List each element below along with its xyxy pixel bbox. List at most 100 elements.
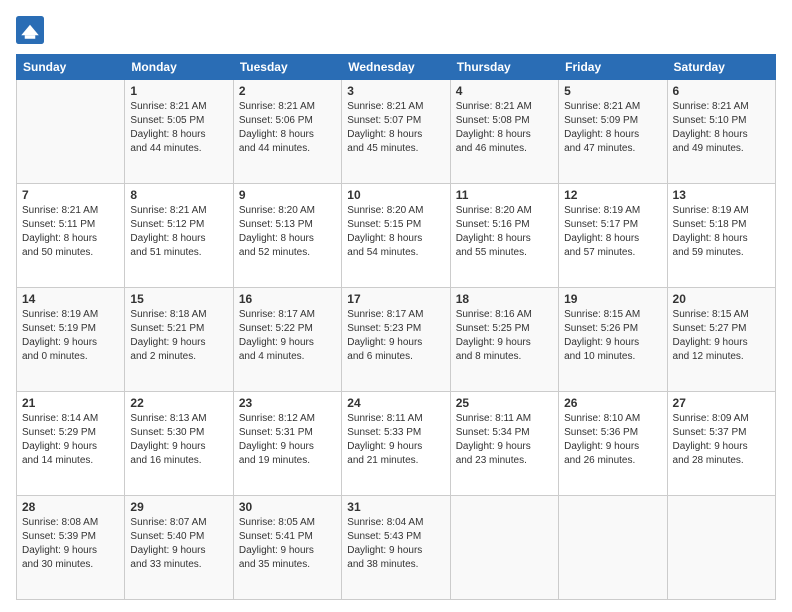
day-info: Sunrise: 8:05 AM Sunset: 5:41 PM Dayligh… (239, 516, 336, 572)
header-friday: Friday (559, 55, 667, 80)
day-number: 22 (130, 396, 227, 410)
day-number: 12 (564, 188, 661, 202)
day-cell-14: 14Sunrise: 8:19 AM Sunset: 5:19 PM Dayli… (17, 288, 125, 392)
day-number: 20 (673, 292, 770, 306)
day-cell-30: 30 Sunrise: 8:05 AM Sunset: 5:41 PM Dayli… (233, 496, 341, 600)
day-info: Sunrise: 8:11 AM Sunset: 5:33 PM Dayligh… (347, 412, 444, 468)
day-cell-7: 7 Sunrise: 8:21 AM Sunset: 5:11 PM Daylig… (17, 184, 125, 288)
day-number: 11 (456, 188, 553, 202)
day-cell-empty-0 (17, 80, 125, 184)
week-row-5: 28 Sunrise: 8:08 AM Sunset: 5:39 PM Dayli… (17, 496, 776, 600)
header-thursday: Thursday (450, 55, 558, 80)
day-number: 1 (130, 84, 227, 98)
day-cell-10: 10 Sunrise: 8:20 AM Sunset: 5:15 PM Dayli… (342, 184, 450, 288)
day-cell-5: 5Sunrise: 8:21 AM Sunset: 5:09 PM Daylig… (559, 80, 667, 184)
day-number: 2 (239, 84, 336, 98)
day-cell-22: 22Sunrise: 8:13 AM Sunset: 5:30 PM Dayli… (125, 392, 233, 496)
day-cell-12: 12 Sunrise: 8:19 AM Sunset: 5:17 PM Dayli… (559, 184, 667, 288)
day-info: Sunrise: 8:14 AM Sunset: 5:29 PM Dayligh… (22, 412, 119, 468)
day-number: 10 (347, 188, 444, 202)
day-info: Sunrise: 8:21 AM Sunset: 5:12 PM Dayligh… (130, 204, 227, 260)
day-number: 9 (239, 188, 336, 202)
day-info: Sunrise: 8:11 AM Sunset: 5:34 PM Dayligh… (456, 412, 553, 468)
week-row-1: 1Sunrise: 8:21 AM Sunset: 5:05 PM Daylig… (17, 80, 776, 184)
day-info: Sunrise: 8:17 AM Sunset: 5:23 PM Dayligh… (347, 308, 444, 364)
day-info: Sunrise: 8:15 AM Sunset: 5:27 PM Dayligh… (673, 308, 770, 364)
day-number: 3 (347, 84, 444, 98)
day-cell-empty-4 (450, 496, 558, 600)
day-info: Sunrise: 8:12 AM Sunset: 5:31 PM Dayligh… (239, 412, 336, 468)
header-tuesday: Tuesday (233, 55, 341, 80)
day-number: 7 (22, 188, 119, 202)
day-info: Sunrise: 8:16 AM Sunset: 5:25 PM Dayligh… (456, 308, 553, 364)
day-cell-29: 29Sunrise: 8:07 AM Sunset: 5:40 PM Dayli… (125, 496, 233, 600)
day-number: 18 (456, 292, 553, 306)
day-info: Sunrise: 8:19 AM Sunset: 5:17 PM Dayligh… (564, 204, 661, 260)
day-info: Sunrise: 8:21 AM Sunset: 5:07 PM Dayligh… (347, 100, 444, 156)
day-cell-2: 2 Sunrise: 8:21 AM Sunset: 5:06 PM Daylig… (233, 80, 341, 184)
day-cell-20: 20 Sunrise: 8:15 AM Sunset: 5:27 PM Dayli… (667, 288, 775, 392)
day-cell-11: 11 Sunrise: 8:20 AM Sunset: 5:16 PM Dayli… (450, 184, 558, 288)
day-info: Sunrise: 8:04 AM Sunset: 5:43 PM Dayligh… (347, 516, 444, 572)
week-row-2: 7 Sunrise: 8:21 AM Sunset: 5:11 PM Daylig… (17, 184, 776, 288)
day-number: 26 (564, 396, 661, 410)
day-number: 19 (564, 292, 661, 306)
day-cell-empty-5 (559, 496, 667, 600)
day-number: 8 (130, 188, 227, 202)
day-cell-3: 3 Sunrise: 8:21 AM Sunset: 5:07 PM Daylig… (342, 80, 450, 184)
day-info: Sunrise: 8:19 AM Sunset: 5:19 PM Dayligh… (22, 308, 119, 364)
header-wednesday: Wednesday (342, 55, 450, 80)
day-number: 6 (673, 84, 770, 98)
day-cell-4: 4 Sunrise: 8:21 AM Sunset: 5:08 PM Daylig… (450, 80, 558, 184)
day-number: 15 (130, 292, 227, 306)
day-cell-26: 26 Sunrise: 8:10 AM Sunset: 5:36 PM Dayli… (559, 392, 667, 496)
day-info: Sunrise: 8:07 AM Sunset: 5:40 PM Dayligh… (130, 516, 227, 572)
day-number: 21 (22, 396, 119, 410)
day-cell-6: 6 Sunrise: 8:21 AM Sunset: 5:10 PM Daylig… (667, 80, 775, 184)
day-number: 25 (456, 396, 553, 410)
day-number: 31 (347, 500, 444, 514)
day-number: 4 (456, 84, 553, 98)
day-info: Sunrise: 8:10 AM Sunset: 5:36 PM Dayligh… (564, 412, 661, 468)
day-cell-24: 24 Sunrise: 8:11 AM Sunset: 5:33 PM Dayli… (342, 392, 450, 496)
day-info: Sunrise: 8:15 AM Sunset: 5:26 PM Dayligh… (564, 308, 661, 364)
day-cell-31: 31 Sunrise: 8:04 AM Sunset: 5:43 PM Dayli… (342, 496, 450, 600)
day-info: Sunrise: 8:21 AM Sunset: 5:10 PM Dayligh… (673, 100, 770, 156)
logo (16, 16, 48, 44)
header-sunday: Sunday (17, 55, 125, 80)
calendar-header-row: SundayMondayTuesdayWednesdayThursdayFrid… (17, 55, 776, 80)
day-cell-23: 23 Sunrise: 8:12 AM Sunset: 5:31 PM Dayli… (233, 392, 341, 496)
calendar-table: SundayMondayTuesdayWednesdayThursdayFrid… (16, 54, 776, 600)
day-info: Sunrise: 8:18 AM Sunset: 5:21 PM Dayligh… (130, 308, 227, 364)
day-cell-18: 18 Sunrise: 8:16 AM Sunset: 5:25 PM Dayli… (450, 288, 558, 392)
day-cell-19: 19 Sunrise: 8:15 AM Sunset: 5:26 PM Dayli… (559, 288, 667, 392)
day-info: Sunrise: 8:19 AM Sunset: 5:18 PM Dayligh… (673, 204, 770, 260)
day-info: Sunrise: 8:20 AM Sunset: 5:15 PM Dayligh… (347, 204, 444, 260)
day-cell-21: 21 Sunrise: 8:14 AM Sunset: 5:29 PM Dayli… (17, 392, 125, 496)
day-info: Sunrise: 8:20 AM Sunset: 5:16 PM Dayligh… (456, 204, 553, 260)
day-number: 23 (239, 396, 336, 410)
day-cell-13: 13Sunrise: 8:19 AM Sunset: 5:18 PM Dayli… (667, 184, 775, 288)
logo-icon (16, 16, 44, 44)
day-cell-28: 28 Sunrise: 8:08 AM Sunset: 5:39 PM Dayli… (17, 496, 125, 600)
day-number: 30 (239, 500, 336, 514)
day-info: Sunrise: 8:20 AM Sunset: 5:13 PM Dayligh… (239, 204, 336, 260)
header-monday: Monday (125, 55, 233, 80)
day-cell-16: 16 Sunrise: 8:17 AM Sunset: 5:22 PM Dayli… (233, 288, 341, 392)
day-number: 24 (347, 396, 444, 410)
week-row-3: 14Sunrise: 8:19 AM Sunset: 5:19 PM Dayli… (17, 288, 776, 392)
day-info: Sunrise: 8:21 AM Sunset: 5:08 PM Dayligh… (456, 100, 553, 156)
day-cell-25: 25 Sunrise: 8:11 AM Sunset: 5:34 PM Dayli… (450, 392, 558, 496)
day-info: Sunrise: 8:17 AM Sunset: 5:22 PM Dayligh… (239, 308, 336, 364)
day-number: 16 (239, 292, 336, 306)
header-saturday: Saturday (667, 55, 775, 80)
day-number: 28 (22, 500, 119, 514)
day-number: 27 (673, 396, 770, 410)
day-cell-17: 17Sunrise: 8:17 AM Sunset: 5:23 PM Dayli… (342, 288, 450, 392)
day-info: Sunrise: 8:21 AM Sunset: 5:11 PM Dayligh… (22, 204, 119, 260)
day-info: Sunrise: 8:21 AM Sunset: 5:06 PM Dayligh… (239, 100, 336, 156)
day-info: Sunrise: 8:08 AM Sunset: 5:39 PM Dayligh… (22, 516, 119, 572)
day-number: 5 (564, 84, 661, 98)
day-info: Sunrise: 8:09 AM Sunset: 5:37 PM Dayligh… (673, 412, 770, 468)
day-cell-empty-6 (667, 496, 775, 600)
